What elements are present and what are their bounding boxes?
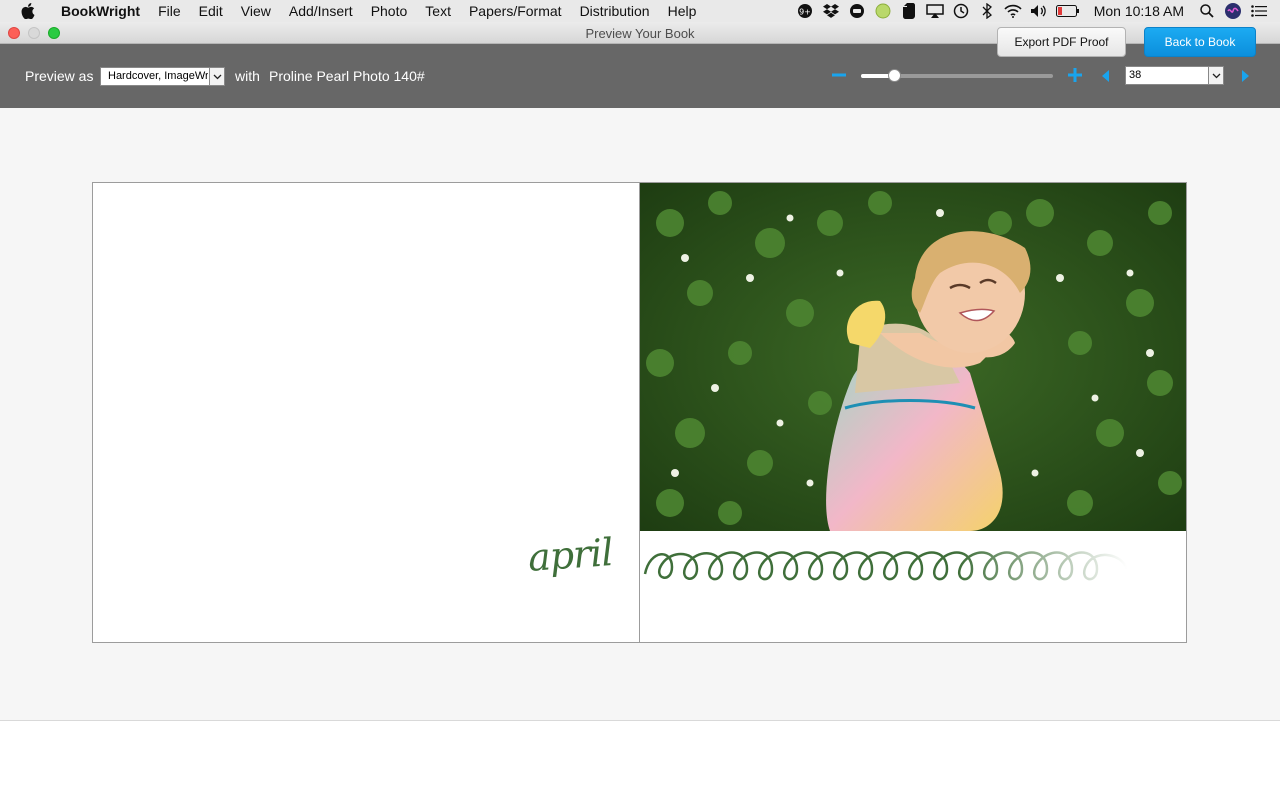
green-orb-icon[interactable] — [874, 3, 892, 19]
chevron-down-icon — [209, 68, 224, 85]
siri-icon[interactable] — [1224, 3, 1242, 19]
menu-edit[interactable]: Edit — [190, 3, 232, 19]
time-machine-icon[interactable] — [952, 3, 970, 19]
apple-icon[interactable] — [18, 3, 38, 19]
right-page — [640, 183, 1186, 642]
volume-icon[interactable] — [1030, 3, 1048, 19]
zoom-out-icon[interactable] — [830, 67, 848, 83]
menu-distribution[interactable]: Distribution — [571, 3, 659, 19]
chevron-down-icon — [1208, 67, 1223, 84]
airplay-icon[interactable] — [925, 3, 944, 19]
april-text: april — [526, 530, 614, 580]
back-to-book-button[interactable]: Back to Book — [1144, 27, 1256, 57]
evernote-icon[interactable] — [900, 3, 918, 19]
menu-add-insert[interactable]: Add/Insert — [280, 3, 362, 19]
menu-bar: BookWright File Edit View Add/Insert Pho… — [0, 0, 1280, 22]
format-select-value: Hardcover, ImageWrap — [108, 70, 208, 82]
dropbox-icon[interactable] — [822, 3, 840, 19]
format-select[interactable]: Hardcover, ImageWrap — [100, 67, 225, 86]
next-page-icon[interactable] — [1242, 70, 1249, 82]
with-label: with — [235, 68, 260, 84]
menu-photo[interactable]: Photo — [362, 3, 417, 19]
bluetooth-icon[interactable] — [978, 3, 996, 19]
paper-label: Proline Pearl Photo 140# — [269, 68, 425, 84]
book-spread: april — [92, 182, 1187, 643]
battery-icon[interactable] — [1055, 3, 1080, 19]
wifi-icon[interactable] — [1004, 3, 1022, 19]
zoom-in-icon[interactable] — [1066, 67, 1084, 83]
previous-page-icon[interactable] — [1102, 70, 1109, 82]
menu-view[interactable]: View — [232, 3, 280, 19]
zoom-slider[interactable] — [861, 69, 1053, 82]
page-number-value: 38 — [1129, 69, 1142, 81]
left-page: april — [93, 183, 640, 642]
status-area: 9+ Mon 10:18 AM — [792, 0, 1280, 22]
chat-icon[interactable] — [848, 3, 866, 19]
clock[interactable]: Mon 10:18 AM — [1094, 3, 1184, 19]
menu-papers-format[interactable]: Papers/Format — [460, 3, 571, 19]
export-pdf-proof-button[interactable]: Export PDF Proof — [997, 27, 1126, 57]
menu-file[interactable]: File — [149, 3, 190, 19]
notification-badge-icon[interactable]: 9+ — [796, 3, 814, 19]
footer-bar — [0, 720, 1280, 800]
notification-center-icon[interactable] — [1250, 3, 1268, 19]
zoom-slider-thumb[interactable] — [888, 69, 901, 82]
preview-as-label: Preview as — [25, 68, 94, 84]
svg-text:9+: 9+ — [799, 8, 811, 17]
spotlight-search-icon[interactable] — [1198, 3, 1216, 19]
decorative-swirl — [643, 551, 1129, 581]
menu-text[interactable]: Text — [416, 3, 460, 19]
page-number-select[interactable]: 38 — [1125, 66, 1224, 85]
photo-child-in-clover — [640, 183, 1186, 531]
menu-app-name[interactable]: BookWright — [52, 3, 149, 19]
menu-help[interactable]: Help — [659, 3, 706, 19]
